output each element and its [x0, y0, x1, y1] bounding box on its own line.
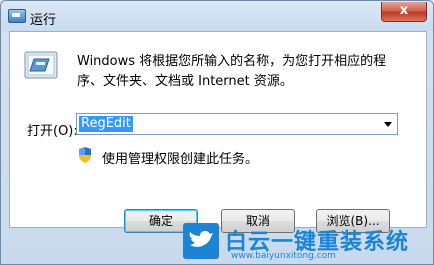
- open-label: 打开(O):: [27, 124, 78, 139]
- run-window-icon: [8, 9, 26, 23]
- window-title: 运行: [30, 13, 57, 28]
- open-input-value[interactable]: RegEdit: [79, 116, 133, 132]
- title-bar[interactable]: 运行 x: [1, 1, 433, 31]
- open-combobox[interactable]: RegEdit: [76, 113, 398, 135]
- close-button[interactable]: x: [381, 2, 427, 22]
- admin-note: 使用管理权限创建此任务。: [102, 152, 259, 167]
- description-text: Windows 将根据您所输入的名称，为您打开相应的程序、文件夹、文档或 Int…: [77, 54, 387, 89]
- dialog-body: Windows 将根据您所输入的名称，为您打开相应的程序、文件夹、文档或 Int…: [9, 31, 427, 228]
- watermark-url: www.baiyunxitong.com: [231, 251, 336, 261]
- chevron-down-icon[interactable]: [384, 122, 392, 127]
- watermark: 白云一键重装系统 www.baiyunxitong.com: [183, 223, 433, 264]
- run-dialog: 运行 x Windows 将根据您所输入的名称，为您打开相应的程序、文件夹、文档…: [0, 0, 434, 265]
- bird-logo-icon: [183, 223, 219, 259]
- uac-shield-icon: [79, 147, 91, 163]
- run-program-icon: [24, 51, 58, 79]
